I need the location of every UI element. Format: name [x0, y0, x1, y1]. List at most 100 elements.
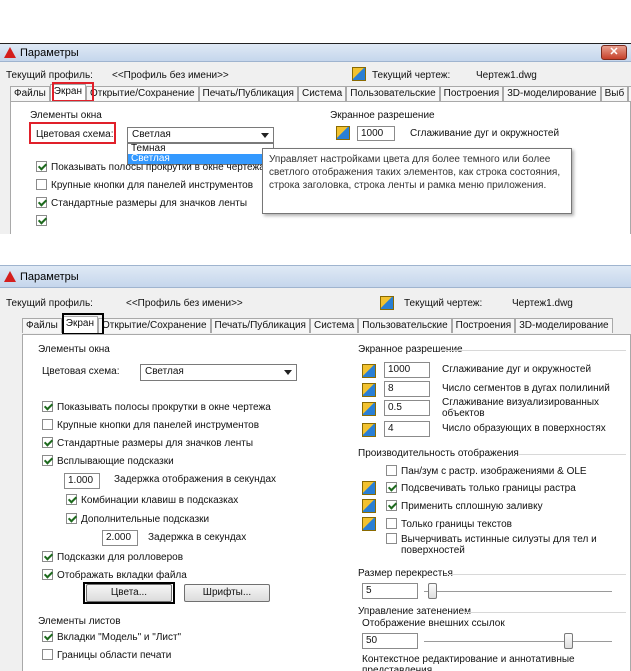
checkbox[interactable] — [42, 631, 53, 642]
tooltip-delay-label: Задержка отображения в секундах — [114, 474, 277, 485]
checkbox[interactable] — [66, 494, 77, 505]
color-scheme-dropdown[interactable]: Светлая — [140, 364, 297, 381]
check-large-buttons[interactable]: Крупные кнопки для панелей инструментов — [42, 419, 260, 432]
checkbox[interactable] — [42, 401, 53, 412]
check-label: Подсвечивать только границы растра — [401, 483, 576, 495]
checkbox[interactable] — [66, 513, 77, 524]
checkbox[interactable] — [42, 455, 53, 466]
check-label: Стандартные размеры для значков ленты — [51, 198, 248, 210]
tooltip-delay-input[interactable]: 1.000 — [64, 473, 100, 489]
close-button[interactable]: ✕ — [601, 45, 627, 60]
fonts-button[interactable]: Шрифты... — [184, 584, 270, 602]
xref-fade-input[interactable]: 50 — [362, 633, 418, 649]
checkbox[interactable] — [386, 482, 397, 493]
profile-value: <<Профиль без имени>> — [126, 298, 243, 309]
tab-files[interactable]: Файлы — [10, 86, 50, 101]
drawing-label: Текущий чертеж: — [404, 298, 483, 309]
color-scheme-dropdown[interactable]: Светлая — [127, 127, 274, 143]
check-silhouettes[interactable]: Вычерчивать истинные силуэты для тел и п… — [386, 533, 622, 556]
check-solid-fill[interactable]: Применить сплошную заливку — [386, 500, 543, 513]
extra-delay-label: Задержка в секундах — [148, 532, 247, 543]
arc-smoothness-input[interactable]: 1000 — [357, 126, 395, 141]
checkbox[interactable] — [386, 465, 397, 476]
check-extra-tooltips[interactable]: Дополнительные подсказки — [66, 513, 209, 525]
tab-files[interactable]: Файлы — [22, 318, 62, 333]
check-partial[interactable] — [36, 215, 51, 227]
check-scrollbars[interactable]: Показывать полосы прокрутки в окне черте… — [36, 161, 265, 173]
in-place-edit-label: Контекстное редактирование и аннотативны… — [362, 654, 575, 671]
divider — [446, 574, 626, 575]
checkbox[interactable] — [36, 215, 47, 226]
check-ribbon-icons[interactable]: Стандартные размеры для значков ленты — [36, 197, 248, 210]
tab-user-prefs[interactable]: Пользовательские — [346, 86, 440, 101]
resolution-icon — [362, 423, 376, 437]
checkbox[interactable] — [386, 518, 397, 529]
xref-fade-slider-track[interactable] — [424, 641, 612, 642]
divider — [518, 454, 626, 455]
drawing-icon — [352, 67, 366, 81]
tab-system[interactable]: Система — [297, 86, 347, 101]
check-tooltips[interactable]: Всплывающие подсказки — [42, 455, 174, 467]
check-text-boundary[interactable]: Только границы текстов — [386, 518, 512, 530]
check-model-layout-tabs[interactable]: Вкладки "Модель" и "Лист" — [42, 631, 181, 643]
arc-smoothness-label: Сглаживание дуг и окружностей — [442, 364, 592, 375]
tab-user-prefs[interactable]: Пользовательские — [358, 318, 452, 333]
checkbox[interactable] — [36, 161, 47, 172]
checkbox[interactable] — [42, 569, 53, 580]
performance-icon — [362, 499, 376, 513]
dialog-title: Параметры — [20, 46, 79, 59]
checkbox[interactable] — [42, 649, 53, 660]
group-window-elements: Элементы окна — [30, 110, 102, 121]
checkbox[interactable] — [42, 437, 53, 448]
drawing-icon — [380, 296, 394, 310]
tab-open-save[interactable]: Открытие/Сохранение — [98, 318, 211, 333]
dialog-title: Параметры — [20, 270, 79, 283]
checkbox[interactable] — [386, 500, 397, 511]
tab-plot-publish[interactable]: Печать/Публикация — [210, 318, 310, 333]
check-rollover[interactable]: Подсказки для ролловеров — [42, 551, 183, 563]
tab-drafting[interactable]: Построения — [439, 86, 504, 101]
tab-drafting[interactable]: Построения — [451, 318, 516, 333]
checkbox[interactable] — [36, 197, 47, 208]
tab-selection[interactable]: Выб — [600, 86, 629, 101]
check-scrollbars[interactable]: Показывать полосы прокрутки в окне черте… — [42, 401, 271, 413]
arc-smoothness-label: Сглаживание дуг и окружностей — [410, 128, 560, 139]
xref-fade-slider-thumb[interactable] — [564, 633, 573, 649]
group-display-resolution: Экранное разрешение — [330, 110, 435, 121]
crosshair-slider-thumb[interactable] — [428, 583, 437, 599]
arc-smoothness-input[interactable]: 1000 — [384, 362, 430, 378]
render-smoothness-label: Сглаживание визуализированных объектов — [442, 397, 600, 419]
autocad-logo-icon — [4, 47, 16, 58]
checkbox[interactable] — [386, 533, 397, 544]
render-smoothness-input[interactable]: 0.5 — [384, 400, 430, 416]
tab-plot-publish[interactable]: Печать/Публикация — [198, 86, 298, 101]
tab-3d-modeling[interactable]: 3D-моделирование — [515, 318, 613, 333]
check-label: Крупные кнопки для панелей инструментов — [51, 180, 254, 192]
options-dialog: Параметры Текущий профиль: <<Профиль без… — [0, 265, 631, 671]
profile-label: Текущий профиль: — [6, 70, 93, 81]
check-label: Крупные кнопки для панелей инструментов — [57, 420, 260, 432]
tab-open-save[interactable]: Открытие/Сохранение — [86, 86, 199, 101]
check-pan-zoom[interactable]: Пан/зум с растр. изображениями & OLE — [386, 465, 587, 477]
crosshair-slider-track[interactable] — [424, 591, 612, 592]
check-large-buttons[interactable]: Крупные кнопки для панелей инструментов — [36, 179, 254, 192]
polyline-segments-input[interactable]: 8 — [384, 381, 430, 397]
check-key-combos[interactable]: Комбинации клавиш в подсказках — [66, 494, 238, 506]
extra-delay-input[interactable]: 2.000 — [102, 530, 138, 546]
crosshair-size-input[interactable]: 5 — [362, 583, 418, 599]
tab-system[interactable]: Система — [309, 318, 359, 333]
check-raster-frame[interactable]: Подсвечивать только границы растра — [386, 482, 576, 495]
check-label: Применить сплошную заливку — [401, 501, 543, 513]
check-ribbon-icons[interactable]: Стандартные размеры для значков ленты — [42, 437, 253, 449]
checkbox[interactable] — [42, 419, 53, 430]
checkbox[interactable] — [42, 551, 53, 562]
tooltip: Управляет настройками цвета для более те… — [262, 148, 572, 214]
check-print-area[interactable]: Границы области печати — [42, 649, 171, 661]
contour-lines-input[interactable]: 4 — [384, 421, 430, 437]
check-file-tabs[interactable]: Отображать вкладки файла — [42, 569, 187, 581]
checkbox[interactable] — [36, 179, 47, 190]
drawing-value: Чертеж1.dwg — [512, 298, 573, 309]
divider — [460, 612, 626, 613]
tab-3d-modeling[interactable]: 3D-моделирование — [503, 86, 601, 101]
profile-label: Текущий профиль: — [6, 298, 93, 309]
